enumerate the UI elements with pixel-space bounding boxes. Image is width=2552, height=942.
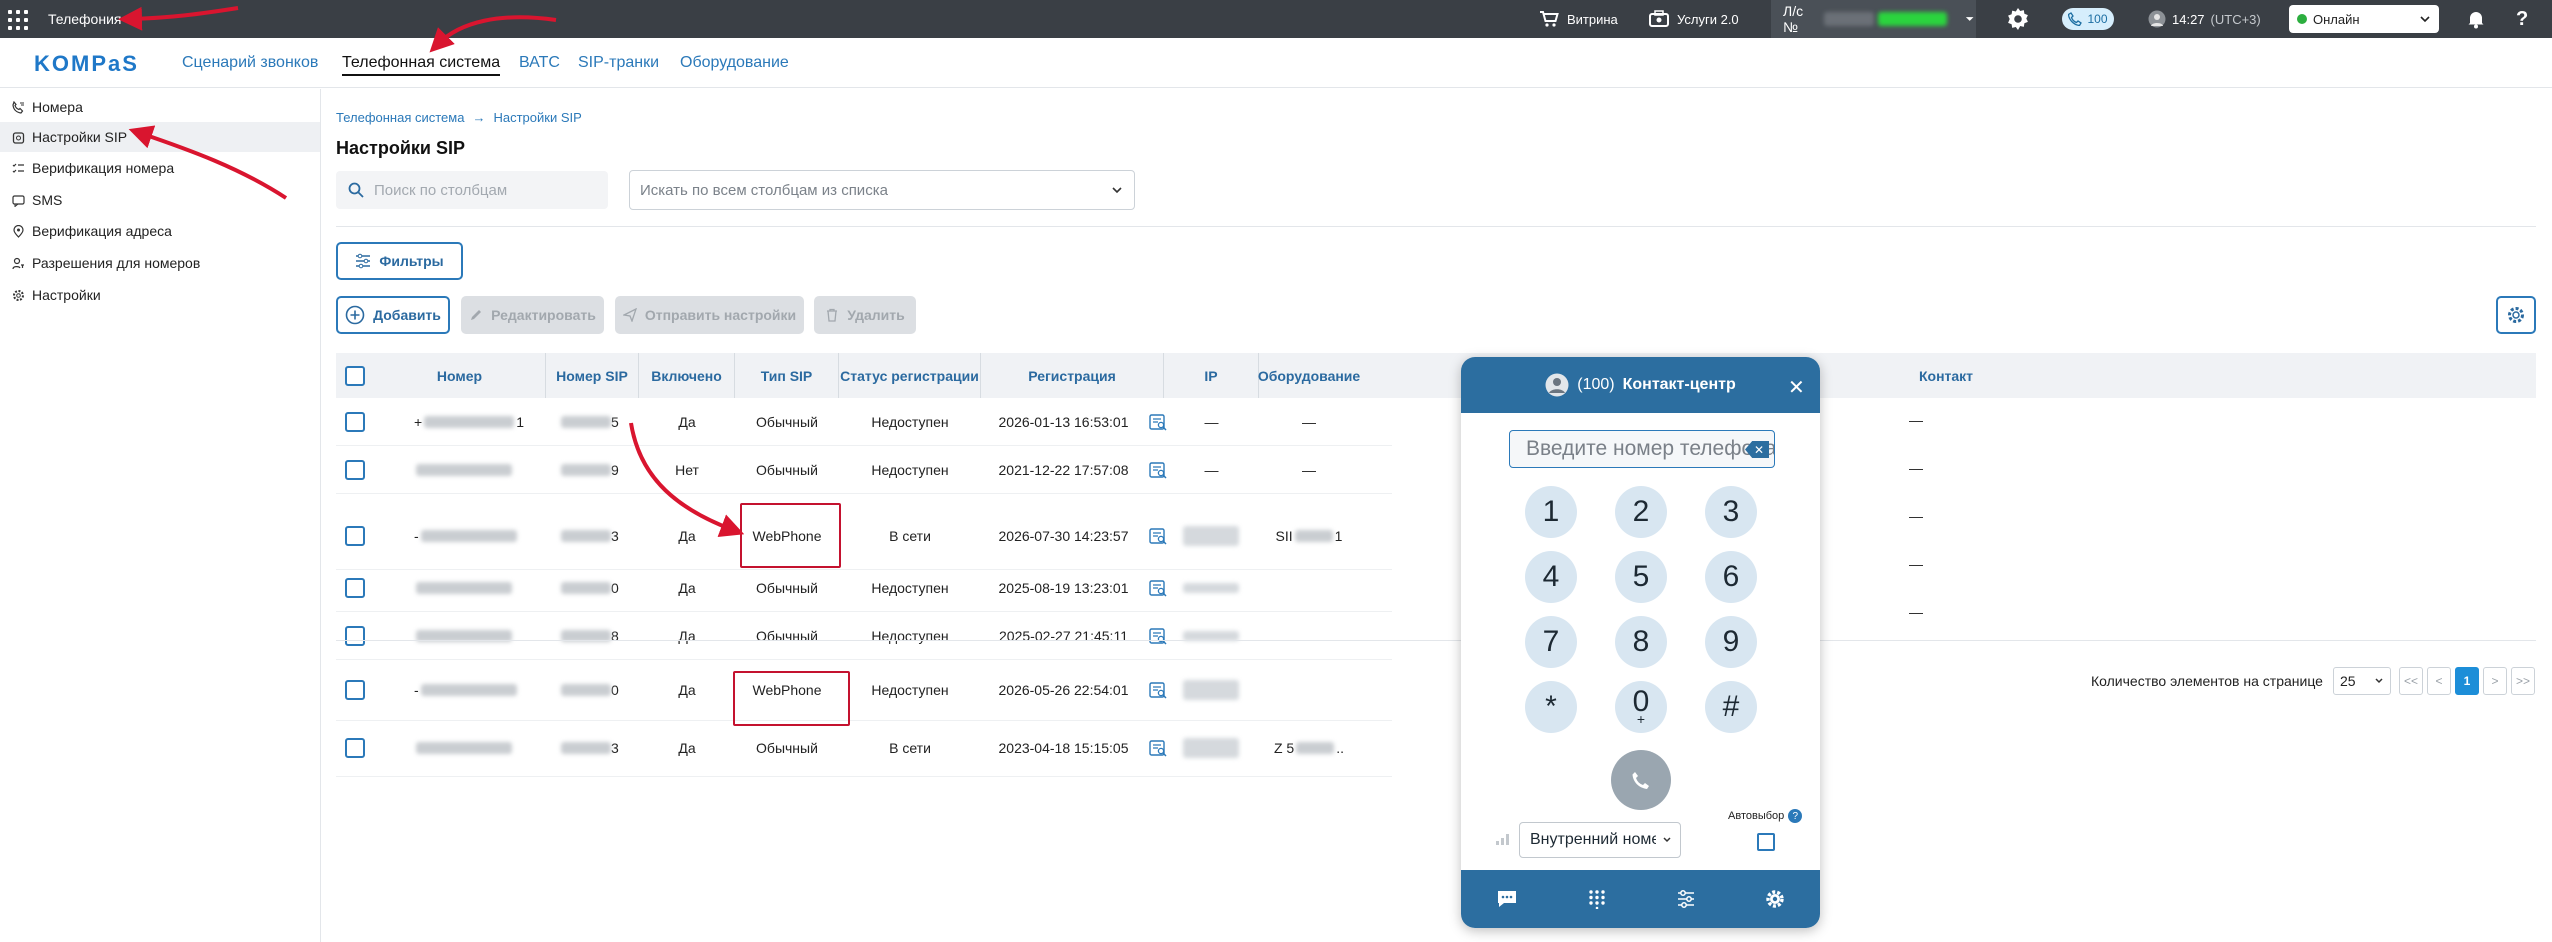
- annotation-arrows: [118, 6, 745, 537]
